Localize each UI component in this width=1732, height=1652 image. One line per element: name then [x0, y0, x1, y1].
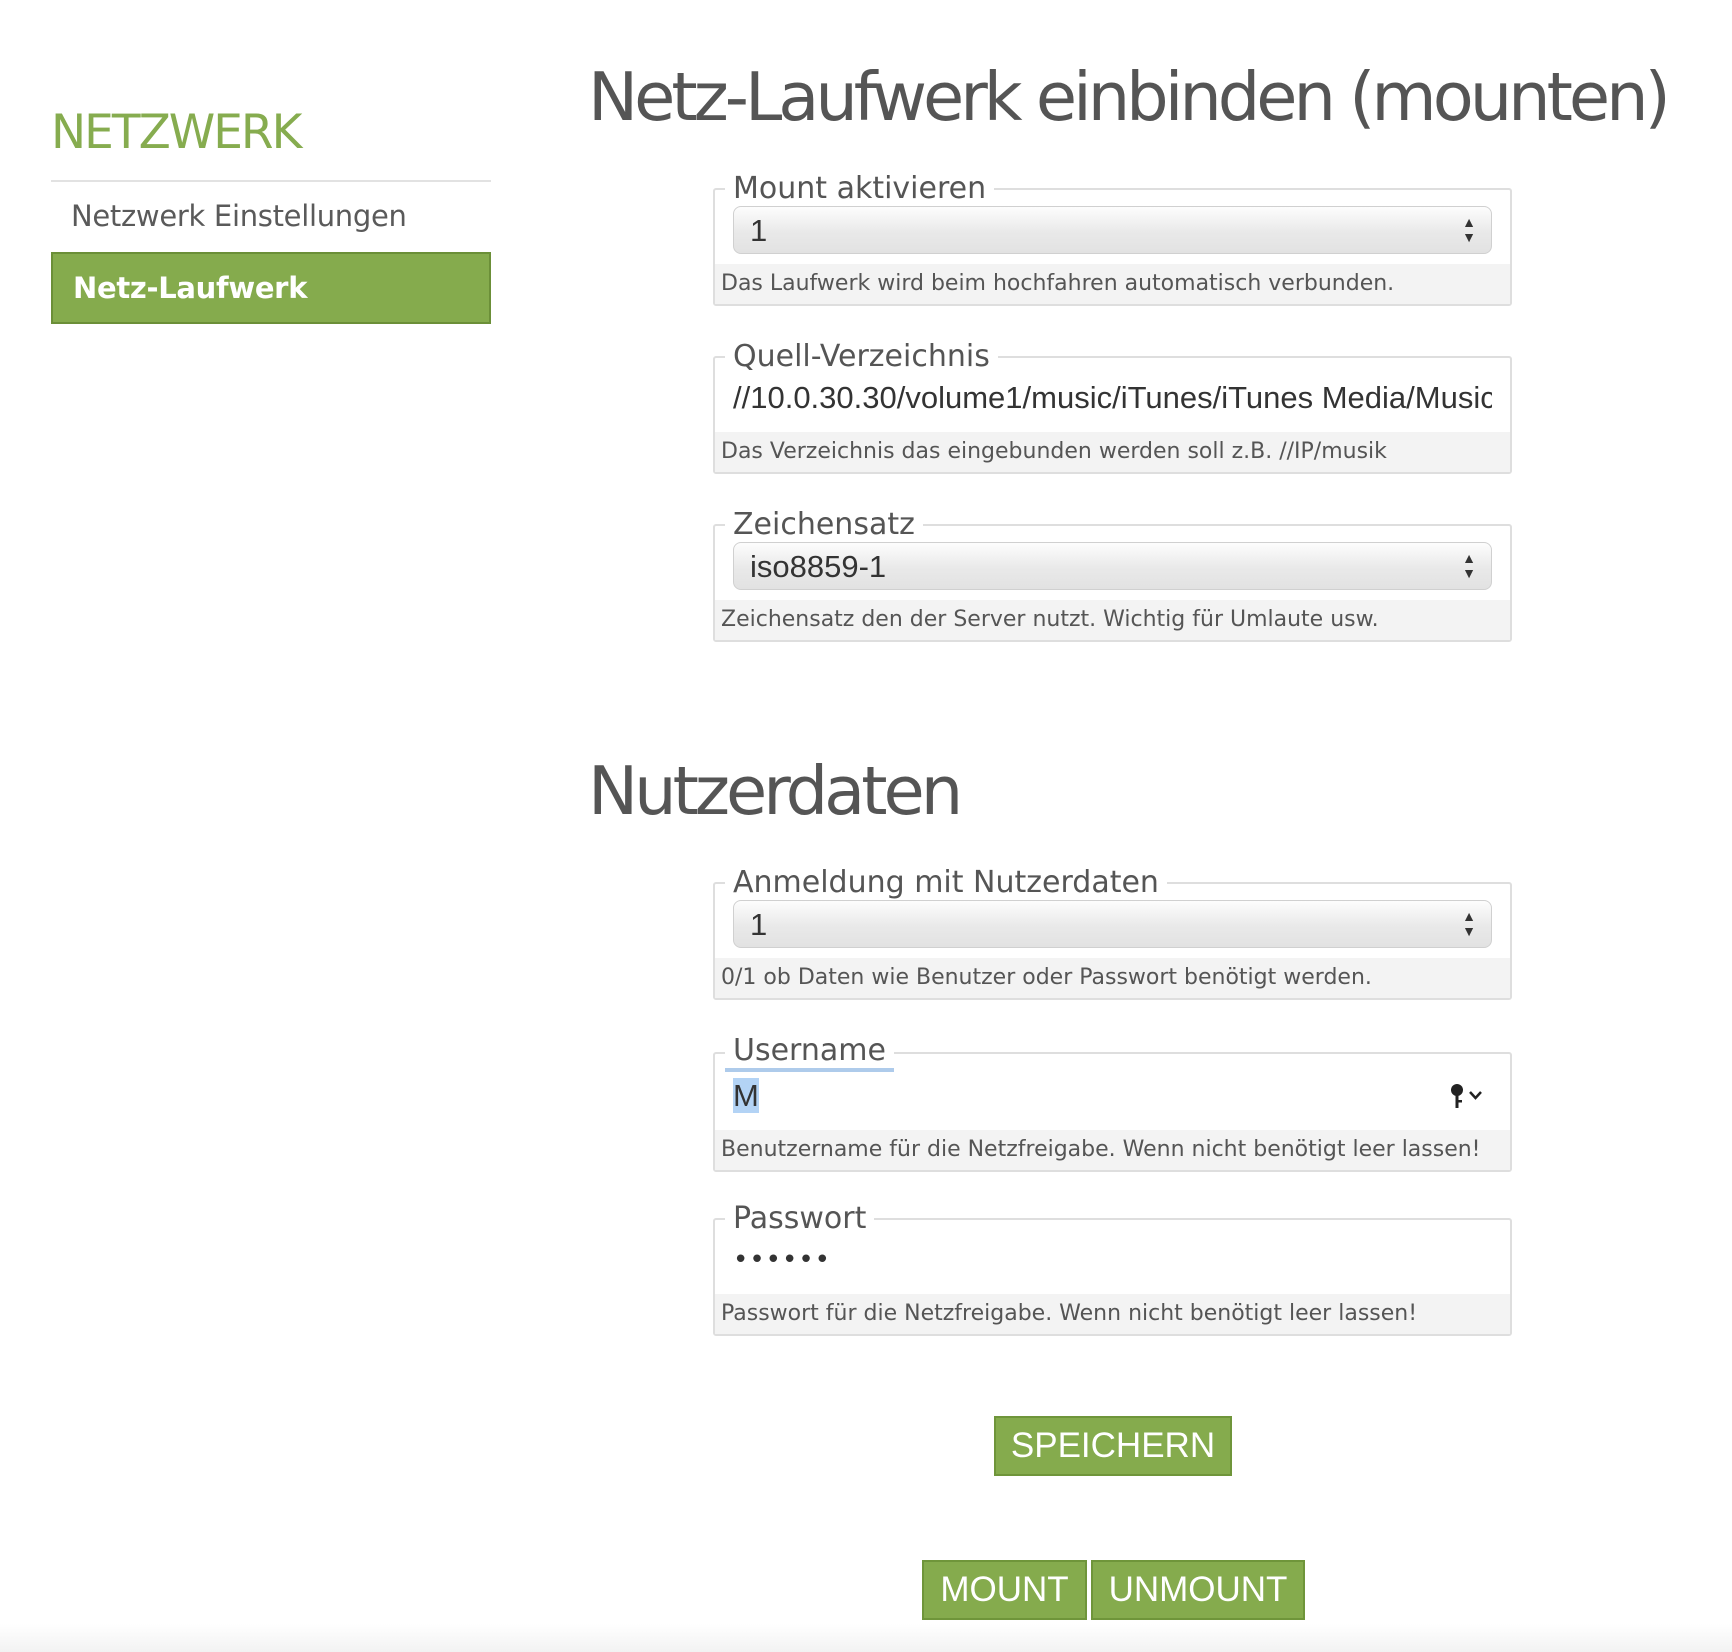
login-value: 1	[750, 907, 768, 942]
sidebar-title: NETZWERK	[51, 100, 491, 182]
charset-label: Zeichensatz	[733, 507, 915, 542]
password-label: Passwort	[733, 1201, 867, 1236]
mount-active-group: Mount aktivieren 1 ▲ ▼ Das Laufwerk wird …	[713, 172, 1512, 306]
password-help: Passwort für die Netzfreigabe. Wenn nich…	[715, 1294, 1510, 1334]
username-input[interactable]: M	[733, 1072, 1492, 1120]
charset-select[interactable]: iso8859-1 ▲ ▼	[733, 542, 1492, 590]
source-dir-label: Quell-Verzeichnis	[733, 339, 990, 374]
mount-active-value: 1	[750, 213, 768, 248]
save-button[interactable]: SPEICHERN	[994, 1416, 1232, 1476]
charset-value: iso8859-1	[750, 549, 887, 584]
updown-arrows-icon: ▲ ▼	[1462, 908, 1476, 939]
sidebar: NETZWERK Netzwerk Einstellungen Netz-Lau…	[51, 100, 491, 373]
password-input[interactable]: ••••••	[733, 1236, 831, 1284]
section-title-nutzerdaten: Nutzerdaten	[588, 752, 963, 830]
login-select[interactable]: 1 ▲ ▼	[733, 900, 1492, 948]
username-help: Benutzername für die Netzfreigabe. Wenn …	[715, 1130, 1510, 1170]
page-title: Netz-Laufwerk einbinden (mounten)	[588, 58, 1671, 136]
source-dir-help: Das Verzeichnis das eingebunden werden s…	[715, 432, 1510, 472]
username-group: Username M Benutzername für die Netzfrei…	[713, 1034, 1512, 1172]
sidebar-item-netzwerk-einstellungen[interactable]: Netzwerk Einstellungen	[51, 182, 491, 250]
login-help: 0/1 ob Daten wie Benutzer oder Passwort …	[715, 958, 1510, 998]
page-bottom-edge	[0, 1624, 1732, 1652]
unmount-button[interactable]: UNMOUNT	[1091, 1560, 1305, 1620]
username-value: M	[733, 1078, 759, 1113]
source-dir-input[interactable]: //10.0.30.30/volume1/music/iTunes/iTunes…	[733, 374, 1492, 422]
mount-active-help: Das Laufwerk wird beim hochfahren automa…	[715, 264, 1510, 304]
login-label: Anmeldung mit Nutzerdaten	[733, 865, 1159, 900]
mount-active-select[interactable]: 1 ▲ ▼	[733, 206, 1492, 254]
sidebar-item-netz-laufwerk[interactable]: Netz-Laufwerk einbinden	[51, 252, 491, 373]
username-label: Username	[725, 1034, 894, 1072]
key-icon[interactable]	[1448, 1082, 1484, 1110]
updown-arrows-icon: ▲ ▼	[1462, 214, 1476, 245]
password-group: Passwort •••••• Passwort für die Netzfre…	[713, 1202, 1512, 1336]
source-dir-group: Quell-Verzeichnis //10.0.30.30/volume1/m…	[713, 340, 1512, 474]
charset-group: Zeichensatz iso8859-1 ▲ ▼ Zeichensatz den…	[713, 508, 1512, 642]
updown-arrows-icon: ▲ ▼	[1462, 550, 1476, 581]
mount-active-label: Mount aktivieren	[733, 171, 987, 206]
charset-help: Zeichensatz den der Server nutzt. Wichti…	[715, 600, 1510, 640]
mount-button[interactable]: MOUNT	[922, 1560, 1087, 1620]
login-group: Anmeldung mit Nutzerdaten 1 ▲ ▼ 0/1 ob Da…	[713, 866, 1512, 1000]
